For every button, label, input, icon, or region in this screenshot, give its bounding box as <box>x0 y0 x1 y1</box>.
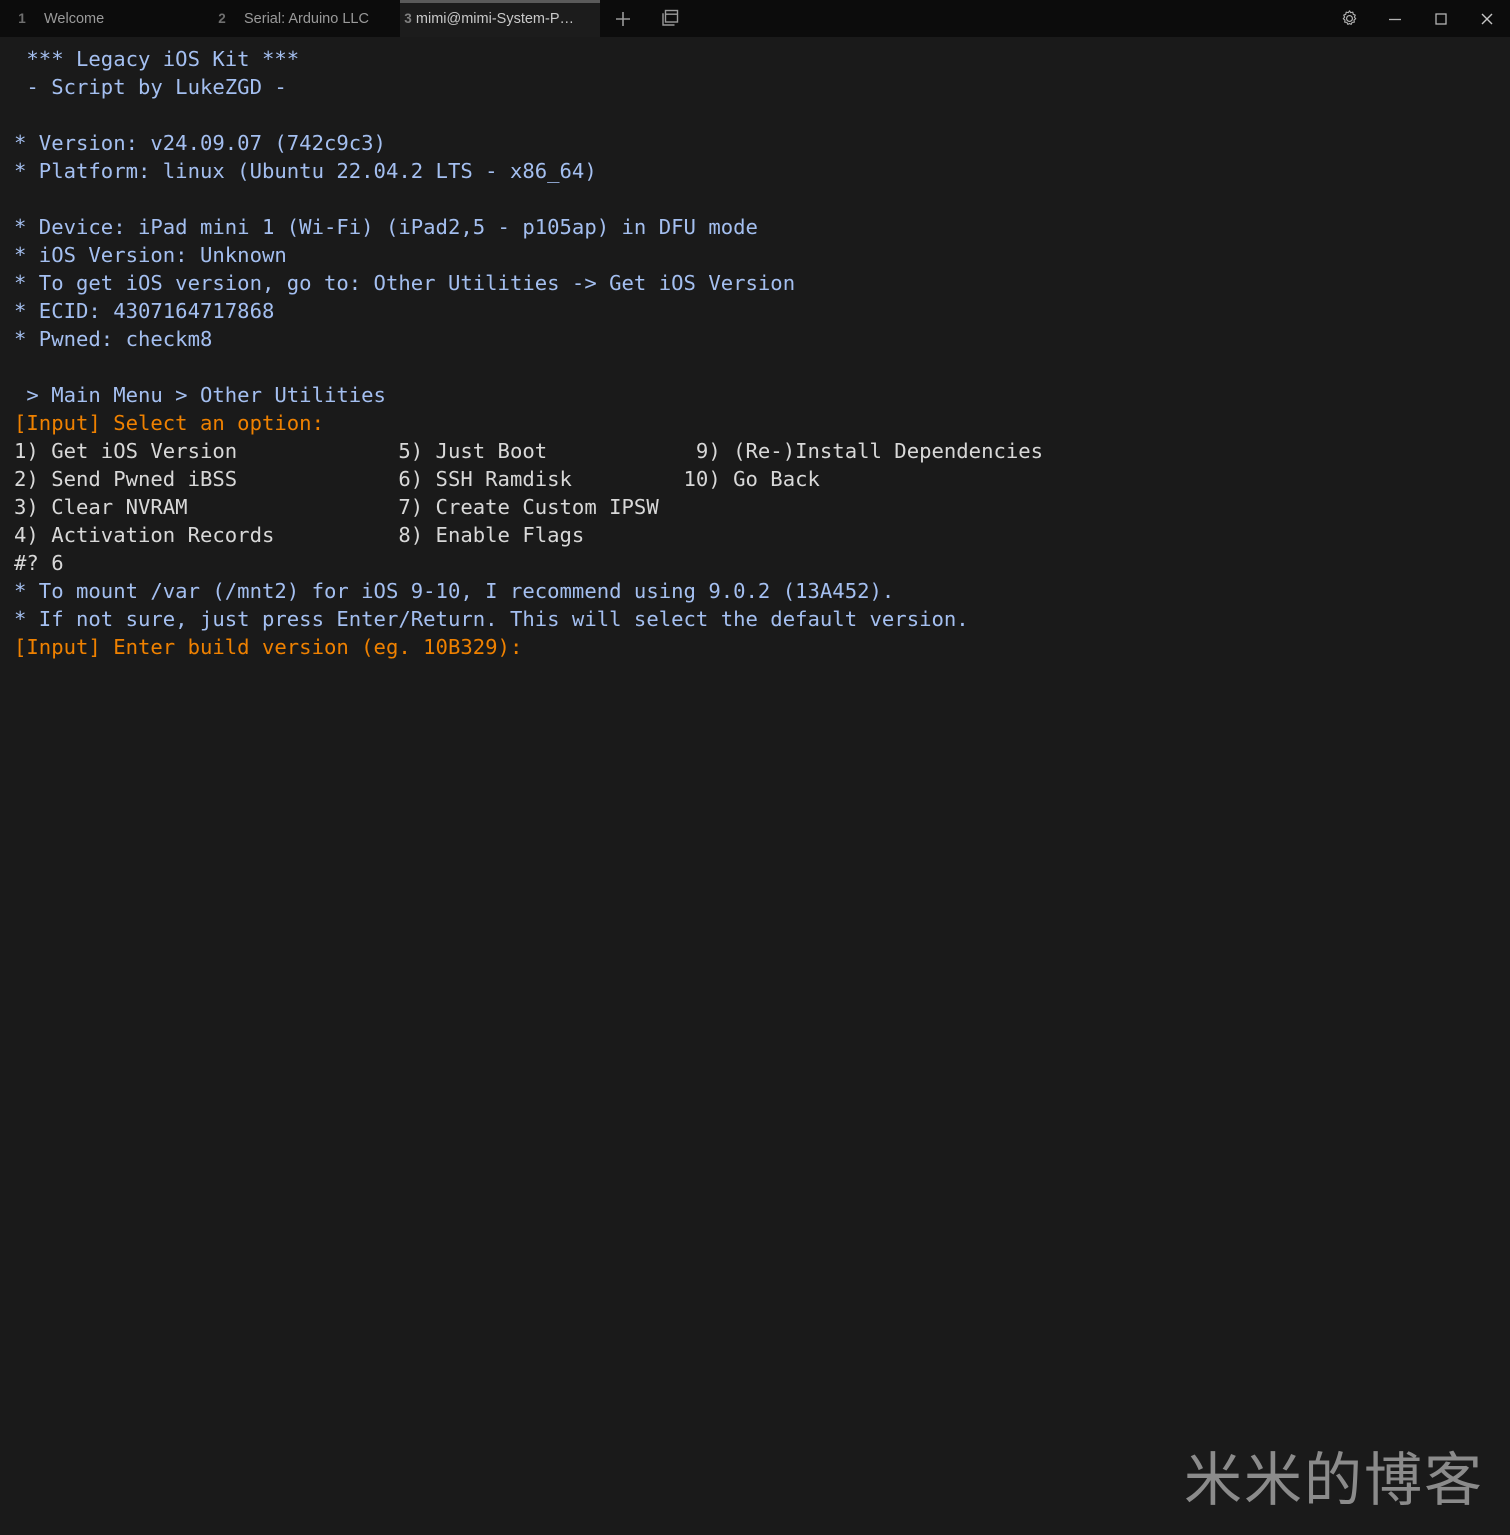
terminal-line: * Version: v24.09.07 (742c9c3) <box>14 131 386 155</box>
terminal-line: - Script by LukeZGD - <box>14 75 287 99</box>
terminal-line: *** Legacy iOS Kit *** <box>14 47 300 71</box>
terminal-line: * To mount /var (/mnt2) for iOS 9-10, I … <box>14 579 895 603</box>
terminal-line: 4) Activation Records 8) Enable Flags <box>14 523 585 547</box>
terminal-line: 3) Clear NVRAM 7) Create Custom IPSW <box>14 495 659 519</box>
terminal-line: * If not sure, just press Enter/Return. … <box>14 607 969 631</box>
watermark: 米米的博客 <box>1183 1448 1484 1513</box>
terminal-line: * To get iOS version, go to: Other Utili… <box>14 271 796 295</box>
window-controls <box>1326 0 1510 37</box>
minimize-button[interactable] <box>1372 0 1418 37</box>
terminal-line: * ECID: 4307164717868 <box>14 299 275 323</box>
terminal-line: * iOS Version: Unknown <box>14 243 287 267</box>
terminal-line: [Input] Select an option: <box>14 411 324 435</box>
terminal-line: > Main Menu > Other Utilities <box>14 383 386 407</box>
tab-index: 3 <box>404 11 412 26</box>
tab-index: 1 <box>18 11 26 26</box>
split-pane-icon <box>661 9 678 26</box>
minimize-icon <box>1389 18 1401 20</box>
terminal-line: * Platform: linux (Ubuntu 22.04.2 LTS - … <box>14 159 597 183</box>
terminal-output: *** Legacy iOS Kit *** - Script by LukeZ… <box>0 45 1510 661</box>
settings-button[interactable] <box>1326 0 1372 37</box>
split-pane-button[interactable] <box>646 0 692 37</box>
maximize-button[interactable] <box>1418 0 1464 37</box>
terminal-line: 2) Send Pwned iBSS 6) SSH Ramdisk 10) Go… <box>14 467 820 491</box>
tab-bar: 1 Welcome 2 Serial: Arduino LLC 3 mimi@m… <box>0 0 1510 37</box>
tab-bar-spacer <box>692 0 1326 37</box>
terminal-line: * Device: iPad mini 1 (Wi-Fi) (iPad2,5 -… <box>14 215 758 239</box>
gear-icon <box>1342 10 1356 25</box>
tab-mimi-terminal[interactable]: 3 mimi@mimi-System-P… <box>400 0 600 37</box>
terminal-line: #? 6 <box>14 551 64 575</box>
terminal-line: 1) Get iOS Version 5) Just Boot 9) (Re-)… <box>14 439 1044 463</box>
close-icon <box>1481 13 1493 24</box>
new-tab-button[interactable] <box>600 0 646 37</box>
close-button[interactable] <box>1464 0 1510 37</box>
terminal-pane[interactable]: *** Legacy iOS Kit *** - Script by LukeZ… <box>0 37 1510 1535</box>
tab-label: Serial: Arduino LLC <box>244 10 369 27</box>
tab-index: 2 <box>218 11 226 26</box>
tab-label: Welcome <box>44 10 105 27</box>
tab-serial-arduino[interactable]: 2 Serial: Arduino LLC <box>200 0 400 37</box>
terminal-line: [Input] Enter build version (eg. 10B329)… <box>14 635 523 659</box>
maximize-icon <box>1435 12 1447 25</box>
tab-label: mimi@mimi-System-P… <box>415 10 574 27</box>
tab-welcome[interactable]: 1 Welcome <box>0 0 200 37</box>
plus-icon <box>616 11 630 26</box>
terminal-line: * Pwned: checkm8 <box>14 327 213 351</box>
